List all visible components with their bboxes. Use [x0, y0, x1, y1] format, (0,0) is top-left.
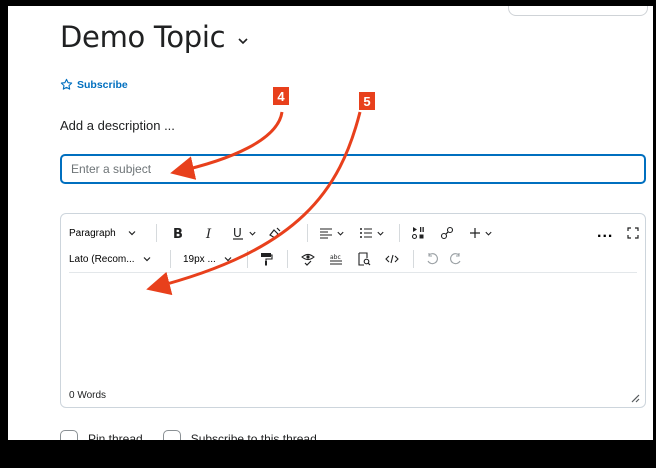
underline-icon: U	[233, 226, 243, 240]
format-painter-button[interactable]	[259, 248, 273, 270]
insert-link-button[interactable]	[440, 222, 454, 244]
font-size-label: 19px ...	[183, 253, 216, 265]
link-icon	[440, 226, 454, 240]
accessibility-eye-icon	[301, 253, 315, 266]
chevron-down-icon	[337, 231, 344, 236]
chevron-down-icon	[128, 231, 136, 236]
word-count: 0 Words	[69, 390, 107, 401]
pin-thread-option[interactable]: Pin thread	[60, 430, 143, 440]
toolbar-bottom-divider	[69, 272, 637, 273]
toolbar-divider	[307, 224, 308, 242]
chevron-down-icon	[249, 231, 256, 236]
fullscreen-button[interactable]	[627, 222, 639, 244]
top-tab-edge	[508, 6, 648, 16]
align-left-icon	[320, 228, 332, 239]
pin-thread-label: Pin thread	[88, 432, 143, 440]
italic-button[interactable]: I	[203, 222, 217, 244]
fullscreen-icon	[627, 227, 639, 239]
spell-check-button[interactable]: abc	[329, 248, 343, 270]
subscribe-thread-label: Subscribe to this thread	[190, 432, 317, 440]
undo-icon	[427, 253, 438, 265]
undo-button[interactable]	[425, 248, 439, 270]
media-icon	[411, 227, 424, 240]
paint-roller-icon	[261, 253, 273, 266]
chevron-down-icon	[238, 38, 248, 45]
ellipsis-icon: ...	[597, 224, 614, 241]
insert-media-button[interactable]	[411, 222, 425, 244]
topic-title: Demo Topic	[60, 20, 226, 54]
subject-field[interactable]	[60, 154, 646, 184]
chevron-down-icon	[485, 231, 492, 236]
add-description-link[interactable]: Add a description ...	[60, 118, 175, 133]
redo-icon	[450, 253, 461, 265]
insert-more-dropdown[interactable]	[469, 222, 493, 244]
bold-button[interactable]: B	[171, 222, 185, 244]
format-block-dropdown[interactable]: Paragraph	[69, 222, 137, 244]
font-family-dropdown[interactable]: Lato (Recom...	[69, 248, 152, 270]
pin-thread-checkbox[interactable]	[60, 430, 78, 440]
plus-icon	[470, 228, 480, 238]
toolbar-divider	[170, 250, 171, 268]
subscribe-label: Subscribe	[77, 78, 128, 91]
format-block-label: Paragraph	[69, 227, 116, 239]
more-options-button[interactable]: ...	[597, 222, 613, 244]
toolbar-divider	[247, 250, 248, 268]
font-family-label: Lato (Recom...	[69, 253, 135, 265]
toolbar-divider	[399, 224, 400, 242]
subscribe-thread-checkbox[interactable]	[162, 430, 181, 440]
toolbar-divider	[287, 250, 288, 268]
code-icon	[385, 254, 399, 264]
italic-icon: I	[205, 227, 212, 240]
chevron-down-icon	[377, 231, 384, 236]
list-icon	[360, 228, 372, 238]
chevron-down-icon	[224, 257, 232, 262]
subject-input[interactable]	[71, 162, 635, 176]
svg-text:B: B	[173, 227, 183, 240]
star-icon	[60, 78, 73, 90]
toolbar-divider	[413, 250, 414, 268]
redo-button[interactable]	[449, 248, 463, 270]
annotation-step-5: 5	[359, 92, 375, 110]
accessibility-checker-button[interactable]	[301, 248, 315, 270]
discussion-topic-panel: Demo Topic Subscribe Add a description .…	[8, 6, 653, 440]
svg-text:abc: abc	[330, 254, 341, 261]
preview-button[interactable]	[357, 248, 371, 270]
subscribe-link[interactable]: Subscribe	[60, 78, 128, 91]
bold-icon: B	[173, 227, 183, 240]
list-dropdown[interactable]	[359, 222, 385, 244]
align-dropdown[interactable]	[319, 222, 345, 244]
resize-handle-icon[interactable]	[630, 393, 640, 403]
svg-text:I: I	[205, 227, 212, 240]
font-size-dropdown[interactable]: 19px ...	[183, 248, 233, 270]
underline-dropdown[interactable]: U	[231, 222, 257, 244]
subscribe-thread-option[interactable]: Subscribe to this thread	[162, 430, 317, 440]
thread-options: Pin thread Subscribe to this thread	[60, 430, 337, 440]
topic-title-dropdown[interactable]: Demo Topic	[60, 20, 249, 54]
svg-text:U: U	[233, 226, 242, 240]
rich-text-editor[interactable]: Paragraph B I U ... Lato (Recom... 19px …	[60, 213, 646, 408]
chevron-down-icon	[143, 257, 151, 262]
spell-check-icon: abc	[330, 254, 342, 265]
annotation-step-4: 4	[273, 87, 289, 105]
toolbar-divider	[156, 224, 157, 242]
preview-icon	[358, 252, 371, 266]
source-code-button[interactable]	[385, 248, 399, 270]
text-color-icon	[269, 227, 281, 239]
text-color-button[interactable]	[268, 222, 282, 244]
